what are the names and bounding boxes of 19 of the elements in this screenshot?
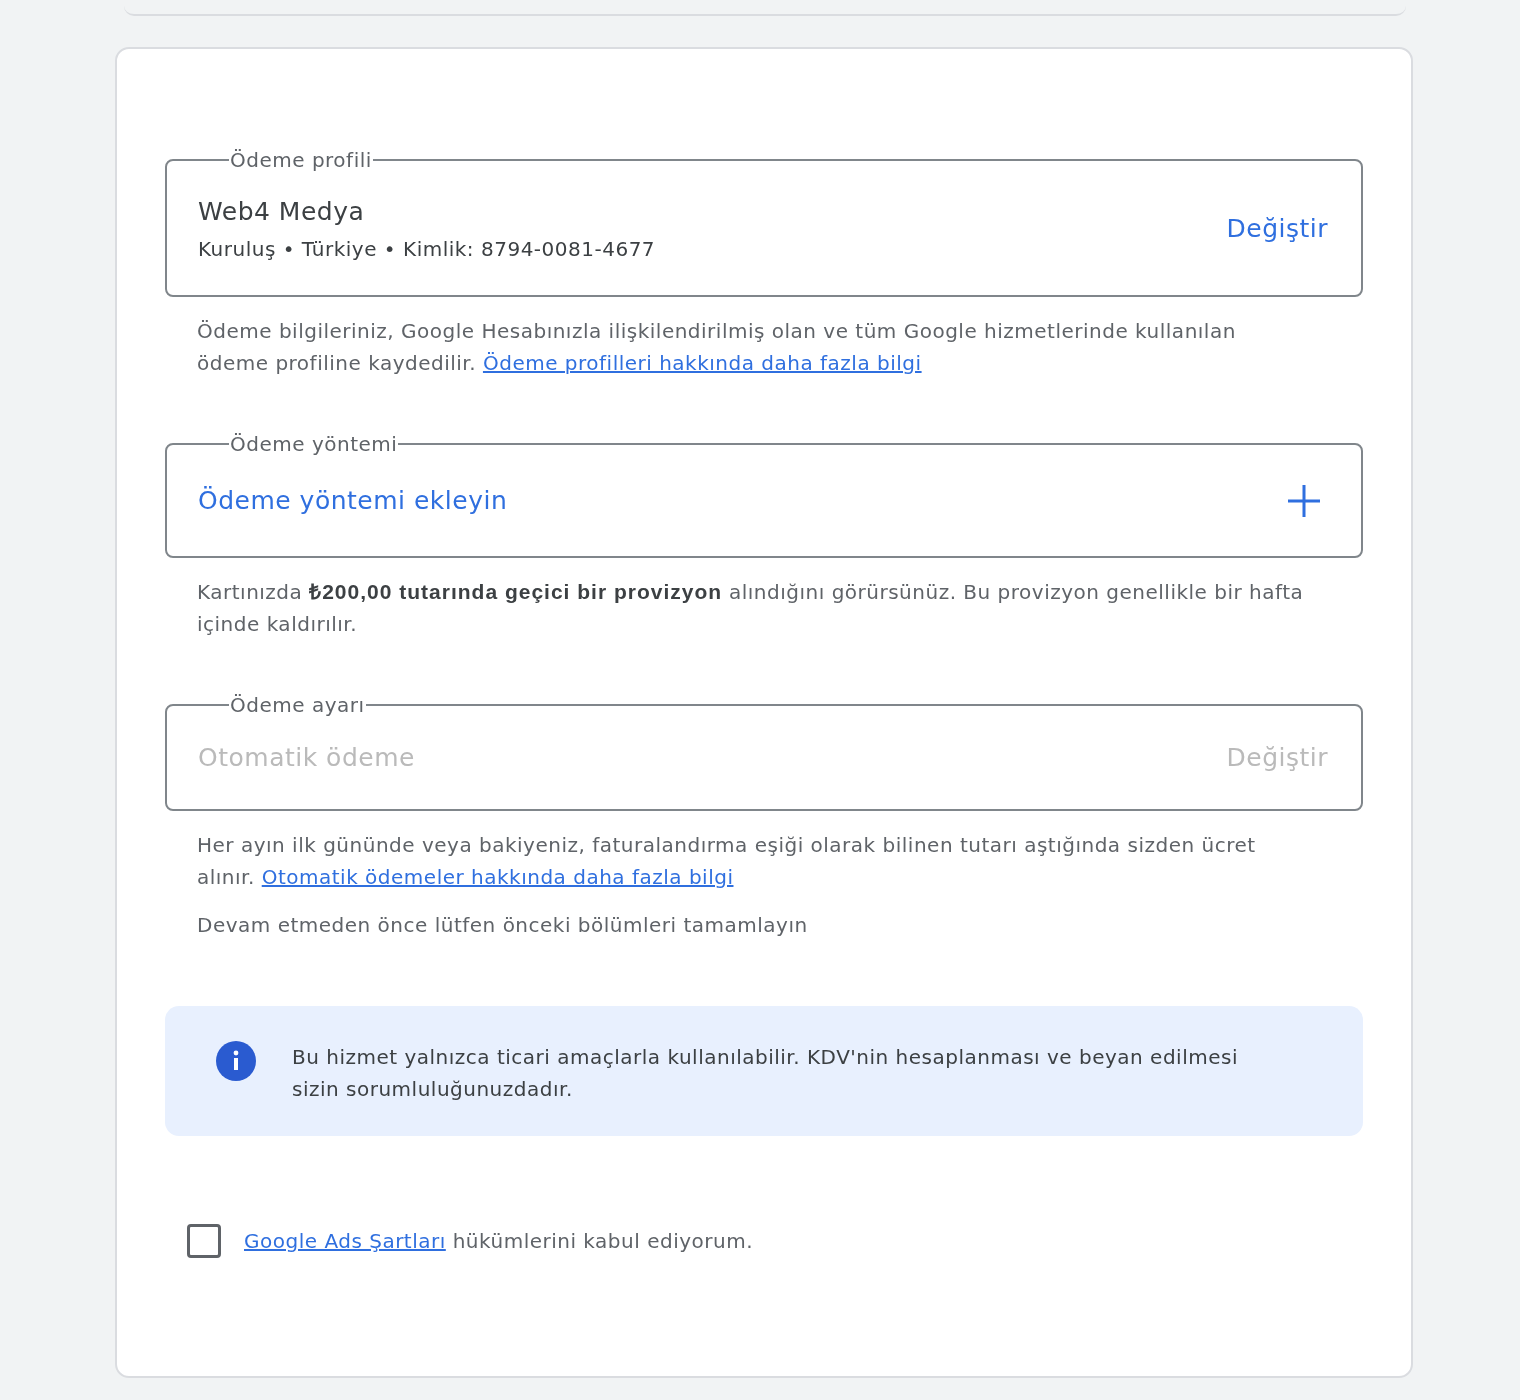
learn-more-link[interactable]: Ödeme profilleri hakkında daha fazla bilgi (482, 351, 922, 375)
field-label: Ödeme ayarı (229, 693, 366, 717)
plus-icon[interactable] (1288, 485, 1320, 517)
add-payment-method-link[interactable]: Ödeme yöntemi ekleyin (198, 484, 508, 518)
checkbox[interactable] (187, 1224, 221, 1258)
field-label: Ödeme yöntemi (229, 432, 399, 456)
change-button[interactable]: Değiştir (1226, 212, 1328, 246)
info-text: Bu hizmet yalnızca ticari amaçlarla kullanılabilir. KDV'nin hesaplanması ve beyan edilmesi sizin sorumluluğunuzdadır. (292, 1044, 1239, 1103)
setting-value: Otomatik ödeme (198, 742, 415, 774)
terms-link[interactable]: Google Ads Şartları (244, 1229, 446, 1253)
hint-text: Devam etmeden önce lütfen önceki bölümleri tamamlayın (197, 912, 809, 939)
terms-text: Google Ads Şartları hükümlerini kabul ediyorum. (244, 1228, 753, 1255)
field-label: Ödeme profili (229, 148, 373, 172)
help-text: Her ayın ilk gününde veya bakiyeniz, faturalandırma eşiği olarak bilinen tutarı aştığında sizden ücret alınır. Otomatik ödemeler hakkında daha fazla bilgi (197, 832, 1257, 891)
profile-details: Kuruluş • Türkiye • Kimlik: 8794-0081-4677 (198, 236, 656, 263)
profile-name: Web4 Medya (198, 196, 366, 228)
help-text: Ödeme bilgileriniz, Google Hesabınızla ilişkilendirilmiş olan ve tüm Google hizmetlerinde kullanılan ödeme profiline kaydedilir. Ödeme profilleri hakkında daha fazla bilgi (197, 318, 1237, 377)
info-icon (216, 1041, 256, 1081)
help-text: Kartınızda ₺200,00 tutarında geçici bir provizyon alındığını görürsünüz. Bu provizyon genellikle bir hafta içinde kaldırılır. (197, 579, 1305, 638)
